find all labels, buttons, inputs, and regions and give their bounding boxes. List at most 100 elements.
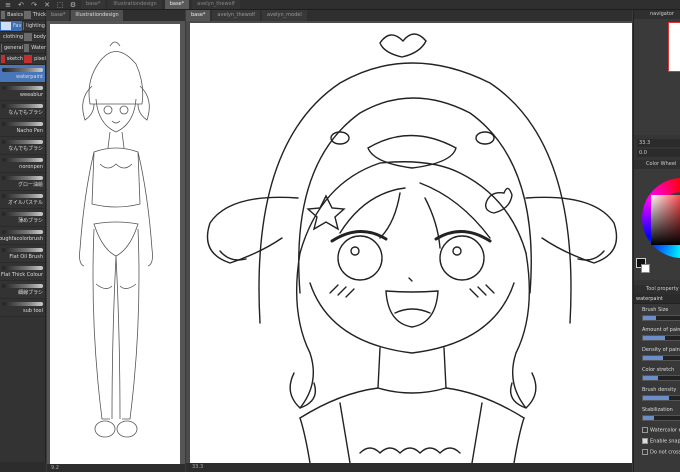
category-label: clothing <box>3 34 24 40</box>
brush-stroke-preview <box>2 176 43 180</box>
tool-prop-slider[interactable] <box>642 415 680 421</box>
brush-item[interactable]: オイルパステル <box>0 191 45 209</box>
tool-property-title: Tool property <box>634 285 680 294</box>
brush-item[interactable]: 薄めブラシ <box>0 209 45 227</box>
brush-item[interactable]: 細線ブラシ <box>0 281 45 299</box>
reference-status-bar: 9.2 <box>47 464 185 472</box>
brush-label: Flat Thick Colour <box>1 272 43 278</box>
reference-canvas-pane: base* Illustrationdesign 9.2 <box>47 10 185 472</box>
category-swatch-icon <box>24 44 30 52</box>
reference-canvas[interactable] <box>50 24 180 464</box>
sub-color-swatch[interactable] <box>641 264 650 273</box>
tool-prop-slider[interactable] <box>642 315 680 321</box>
brush-item[interactable]: sub tool <box>0 299 45 317</box>
navigator-panel: navigator <box>634 10 680 135</box>
category-label: body <box>33 34 46 40</box>
brush-item[interactable]: roughfacolorbrush <box>0 227 45 245</box>
brush-item[interactable]: Flat Oil Brush <box>0 245 45 263</box>
brush-stroke-preview <box>2 212 43 216</box>
tool-prop-slider[interactable] <box>642 395 680 401</box>
brush-category-9[interactable]: pixel <box>23 54 46 65</box>
brush-stroke-preview <box>2 248 43 252</box>
navigator-title: navigator <box>634 10 680 19</box>
category-swatch-icon <box>1 11 6 19</box>
right-panel: navigator 33.3 0.0 Color Wheel Tool prop… <box>633 10 680 472</box>
brush-panel-footer <box>0 462 46 472</box>
tool-prop-0[interactable]: Brush Size <box>642 307 680 321</box>
brush-item[interactable]: なんでもブラシ <box>0 101 45 119</box>
tool-prop-slider[interactable] <box>642 335 680 341</box>
checkbox-icon[interactable] <box>642 438 648 444</box>
checkbox-icon[interactable] <box>642 427 648 433</box>
main-canvas-pane: base* avelyn_thewolf avelyn_model 33.3 <box>186 10 632 472</box>
brush-stroke-preview <box>2 104 43 108</box>
tool-prop-checkbox-1[interactable]: Enable snap <box>642 438 680 445</box>
tool-prop-label: Stabilization <box>642 407 673 413</box>
checkbox-label: Do not cross <box>650 449 680 456</box>
brush-item[interactable]: waterpaint <box>0 65 45 83</box>
brush-category-2[interactable]: Fav <box>0 21 22 32</box>
navigator-thumbnail[interactable] <box>668 22 680 72</box>
brush-category-5[interactable]: body <box>23 32 46 43</box>
undo-icon[interactable]: ↶ <box>16 1 26 9</box>
category-swatch-icon <box>23 22 25 30</box>
brush-category-4[interactable]: clothing <box>0 32 23 43</box>
tool-property-brush-name: waterpaint <box>634 294 680 304</box>
category-label: Water <box>31 45 46 51</box>
tab-main-avelyn-model[interactable]: avelyn_model <box>262 10 307 21</box>
brush-category-3[interactable]: lighting <box>22 21 45 32</box>
category-label: Fav <box>13 23 22 29</box>
main-canvas[interactable] <box>190 23 632 463</box>
brush-label: weeablur <box>19 92 43 98</box>
brush-stroke-preview <box>2 158 43 162</box>
brush-category-1[interactable]: Thick <box>23 10 46 21</box>
checkbox-icon[interactable] <box>642 449 648 455</box>
tool-prop-slider[interactable] <box>642 355 680 361</box>
saturation-value-square[interactable] <box>651 195 680 245</box>
tool-prop-label: Density of paint <box>642 347 680 353</box>
brush-item[interactable]: グロー油絵 <box>0 173 45 191</box>
tool-prop-3[interactable]: Color stretch <box>642 367 680 381</box>
brush-label: 薄めブラシ <box>18 218 43 224</box>
category-label: Thick <box>32 12 46 18</box>
brush-item[interactable]: Nacho Pen <box>0 119 45 137</box>
brush-category-7[interactable]: Water <box>23 43 46 54</box>
tool-prop-1[interactable]: Amount of paint <box>642 327 680 341</box>
brush-item[interactable]: noronpen <box>0 155 45 173</box>
brush-stroke-preview <box>2 140 43 144</box>
portrait-lineart <box>206 33 618 463</box>
tool-prop-slider[interactable] <box>642 375 680 381</box>
brush-stroke-preview <box>2 230 43 234</box>
transform-icon[interactable]: ⬚ <box>55 1 65 9</box>
menu-icon[interactable]: ≡ <box>3 1 13 9</box>
brush-category-6[interactable]: general <box>0 43 23 54</box>
tab-main-base[interactable]: base* <box>186 10 211 21</box>
toolbar-tab-0[interactable]: base* <box>81 0 106 9</box>
toolbar-tab-1[interactable]: Illustrationdesign <box>108 0 162 9</box>
tool-prop-checkbox-0[interactable]: Watercolor edge <box>642 427 680 434</box>
tool-prop-5[interactable]: Stabilization <box>642 407 680 421</box>
settings-icon[interactable]: ⚙ <box>68 1 78 9</box>
brush-label: なんでもブラシ <box>8 110 43 116</box>
brush-stroke-preview <box>2 284 43 288</box>
clear-icon[interactable]: ✕ <box>42 1 52 9</box>
rotation-field[interactable]: 0.0 <box>637 149 680 157</box>
brush-category-8[interactable]: sketch <box>0 54 23 65</box>
redo-icon[interactable]: ↷ <box>29 1 39 9</box>
tab-main-avelyn-thewolf[interactable]: avelyn_thewolf <box>212 10 261 21</box>
brush-item[interactable]: Flat Thick Colour <box>0 263 45 281</box>
brush-item[interactable]: なんでもブラシ <box>0 137 45 155</box>
tool-prop-checkbox-2[interactable]: Do not cross <box>642 449 680 456</box>
brush-stroke-preview <box>2 86 43 90</box>
tool-prop-4[interactable]: Brush density <box>642 387 680 401</box>
toolbar-tab-3[interactable]: avelyn_thewolf <box>192 0 240 9</box>
reference-tabs: base* Illustrationdesign <box>47 10 185 21</box>
category-label: lighting <box>26 23 45 29</box>
tab-reference-illustration[interactable]: Illustrationdesign <box>71 10 123 21</box>
tab-reference-base[interactable]: base* <box>47 10 70 21</box>
toolbar-tab-2[interactable]: base* <box>164 0 190 9</box>
zoom-field[interactable]: 33.3 <box>637 139 680 147</box>
brush-item[interactable]: weeablur <box>0 83 45 101</box>
tool-prop-2[interactable]: Density of paint <box>642 347 680 361</box>
brush-category-0[interactable]: Basics <box>0 10 23 21</box>
